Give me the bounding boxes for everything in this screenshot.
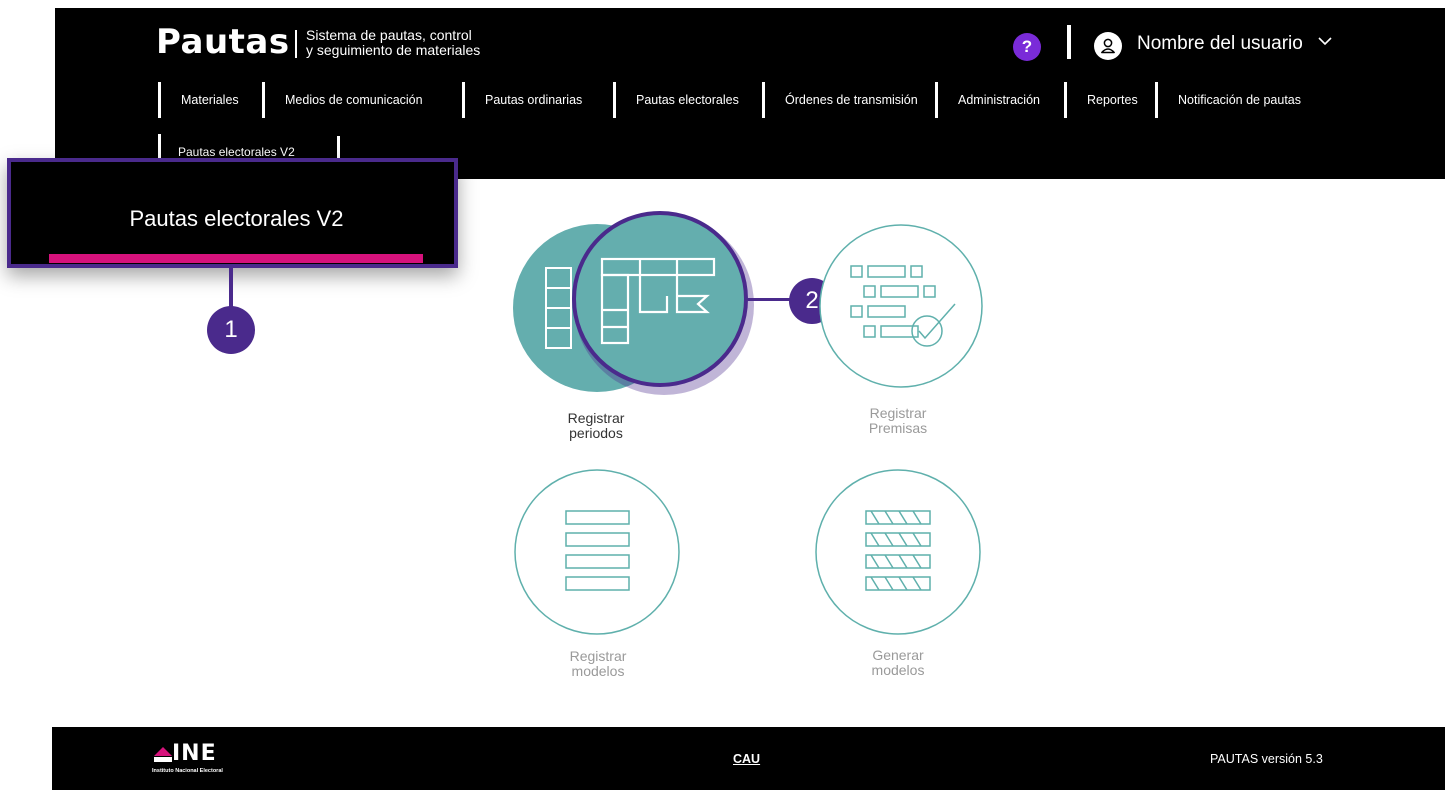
header-divider [1067,25,1071,59]
tagline-line-2: y seguimiento de materiales [306,42,481,58]
tile-label-registrar-modelos[interactable]: Registrar modelos [498,649,698,679]
chevron-down-icon[interactable] [1317,34,1333,48]
tile-label-registrar-periodos[interactable]: Registrar periodos [496,411,696,441]
tile-label-generar-modelos[interactable]: Generar modelos [798,648,998,678]
ine-emblem-icon [154,747,172,762]
callout-pautas-v2: Pautas electorales V2 [7,158,458,268]
callout-connector-1 [229,266,233,308]
nav-item-reportes[interactable]: Reportes [1064,82,1138,118]
tile-generar-modelos[interactable] [811,465,986,640]
user-avatar-icon[interactable] [1094,32,1122,60]
logo-divider [295,30,297,58]
cau-link[interactable]: CAU [733,752,760,766]
nav-item-pautas-ordinarias[interactable]: Pautas ordinarias [462,82,582,118]
callout-underline [49,254,423,263]
tile-label-registrar-premisas[interactable]: Registrar Premisas [798,406,998,436]
callout-title: Pautas electorales V2 [129,206,344,231]
app-root: { "header": { "logo": "Pautas", "tagline… [0,0,1445,790]
callout-connector-2 [747,298,792,301]
app-tagline: Sistema de pautas, control y seguimiento… [306,28,480,58]
tile-label-line-2: periodos [569,425,623,441]
tile-label-line-1: Registrar [567,410,625,426]
tile-label-line-2: modelos [871,662,925,678]
app-logo[interactable]: Pautas [156,22,290,62]
top-header: Pautas Sistema de pautas, control y segu… [55,8,1445,179]
help-button[interactable]: ? [1013,33,1041,61]
tile-label-line-2: Premisas [868,420,928,436]
tile-registrar-premisas[interactable] [815,220,987,392]
app-version: PAUTAS versión 5.3 [1210,752,1323,766]
ine-logo-word: INE [172,741,217,766]
tile-label-line-2: modelos [571,663,625,679]
tile-label-line-1: Registrar [569,648,627,664]
tile-label-line-1: Generar [872,647,924,663]
nav-item-administracion[interactable]: Administración [935,82,1040,118]
ine-logo-subtitle: Instituto Nacional Electoral [152,768,223,774]
nav-item-notificacion[interactable]: Notificación de pautas [1155,82,1301,118]
nav-item-materiales[interactable]: Materiales [158,82,239,118]
nav-item-ordenes[interactable]: Órdenes de transmisión [762,82,918,118]
nav-item-pautas-electorales[interactable]: Pautas electorales [613,82,739,118]
nav-item-medios[interactable]: Medios de comunicación [262,82,423,118]
tagline-line-1: Sistema de pautas, control [306,27,472,43]
step-badge-1: 1 [207,306,255,354]
tile-registrar-periodos[interactable] [505,200,765,410]
page-footer: INE Instituto Nacional Electoral CAU PAU… [52,727,1445,790]
user-name[interactable]: Nombre del usuario [1137,33,1303,55]
tile-registrar-modelos[interactable] [510,465,685,640]
tile-label-line-1: Registrar [869,405,927,421]
